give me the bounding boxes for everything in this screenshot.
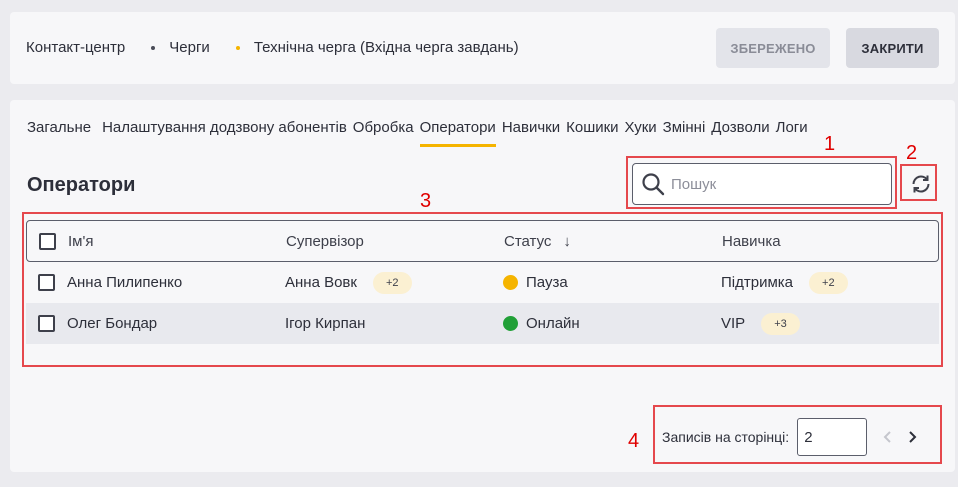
page-title: Оператори [27, 174, 136, 196]
tab-processing[interactable]: Обробка [353, 119, 414, 147]
annotation-label-2: 2 [906, 142, 918, 164]
tab-hooks[interactable]: Хуки [625, 119, 657, 147]
breadcrumb-item-current: Технічна черга (Вхідна черга завдань) [253, 39, 519, 56]
header-bar: Контакт-центр Черги Технічна черга (Вхід… [10, 12, 955, 84]
tab-general[interactable]: Загальне [27, 119, 91, 147]
tab-skills[interactable]: Навички [502, 119, 560, 147]
breadcrumb-separator [151, 45, 156, 50]
annotation-label-3: 3 [420, 190, 432, 212]
tab-variables[interactable]: Змінні [663, 119, 706, 147]
tab-logs[interactable]: Логи [776, 119, 808, 147]
annotation-label-1: 1 [824, 133, 836, 155]
saved-button[interactable]: ЗБЕРЕЖЕНО [716, 28, 830, 68]
breadcrumb: Контакт-центр Черги Технічна черга (Вхід… [26, 39, 519, 56]
breadcrumb-separator-active [235, 45, 240, 50]
annotation-box-1 [626, 156, 897, 209]
breadcrumb-item-contact-center[interactable]: Контакт-центр [26, 39, 125, 56]
annotation-box-2 [900, 164, 937, 201]
tab-permissions[interactable]: Дозволи [711, 119, 769, 147]
close-button[interactable]: ЗАКРИТИ [846, 28, 939, 68]
annotation-box-4 [653, 405, 942, 464]
tab-dialing-settings[interactable]: Налаштування додзвону абонентів [102, 119, 347, 147]
tab-operators[interactable]: Оператори [419, 119, 496, 147]
annotation-label-4: 4 [628, 430, 640, 452]
breadcrumb-item-queues[interactable]: Черги [169, 39, 210, 56]
tab-bar: Загальне Налаштування додзвону абонентів… [27, 119, 814, 147]
annotation-box-3 [22, 212, 943, 367]
tab-baskets[interactable]: Кошики [566, 119, 618, 147]
